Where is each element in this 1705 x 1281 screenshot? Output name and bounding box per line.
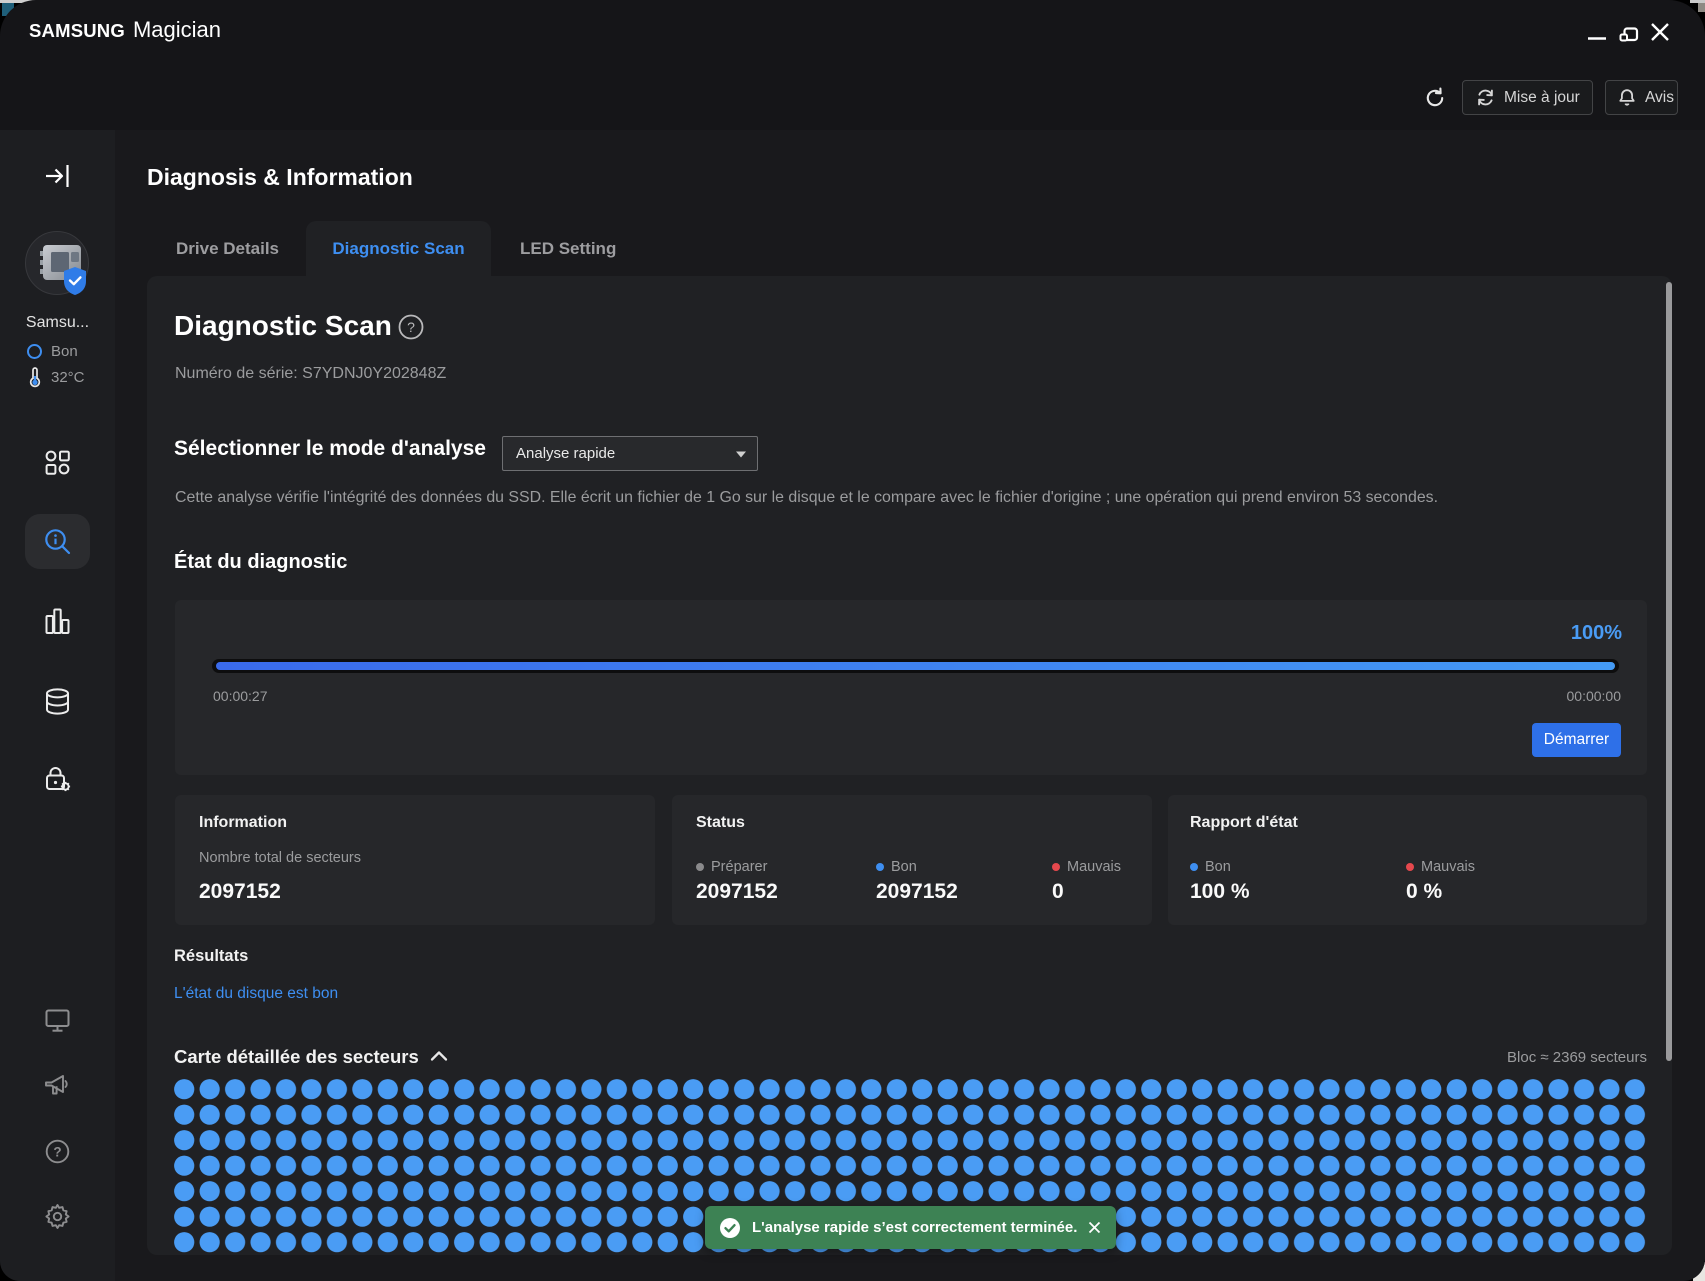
- svg-text:?: ?: [53, 1144, 61, 1159]
- svg-text:?: ?: [407, 319, 415, 335]
